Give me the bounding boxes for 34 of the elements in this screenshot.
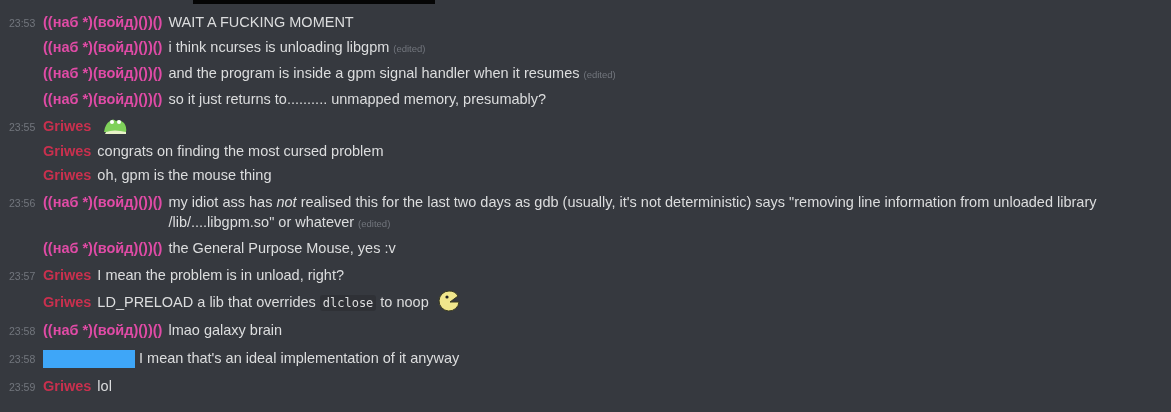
username[interactable]: ((наб *)(войд)())() bbox=[43, 89, 163, 109]
message-text: oh, gpm is the mouse thing bbox=[97, 166, 273, 185]
message-text: the General Purpose Mouse, yes :v bbox=[168, 239, 397, 258]
timestamp: 23:59 bbox=[9, 380, 37, 395]
username[interactable]: Griwes bbox=[43, 165, 92, 185]
message-text: WAIT A FUCKING MOMENT bbox=[168, 13, 355, 32]
message-text: to noop bbox=[380, 294, 429, 310]
username[interactable]: ((наб *)(войд)())() bbox=[43, 63, 163, 83]
timestamp: 23:58 bbox=[9, 352, 37, 367]
timestamp: 23:57 bbox=[9, 269, 37, 284]
timestamp: 23:58 bbox=[9, 324, 37, 339]
message-text: congrats on finding the most cursed problem bbox=[97, 142, 385, 161]
username[interactable]: ((наб *)(войд)())() bbox=[43, 238, 163, 258]
message-text: lol bbox=[97, 377, 113, 396]
username[interactable]: Griwes bbox=[43, 292, 92, 312]
message-text: so it just returns to.......... unmapped memory, presumably? bbox=[168, 90, 548, 109]
username[interactable]: Griwes bbox=[43, 376, 92, 396]
message-text: lmao galaxy brain bbox=[168, 321, 284, 340]
username[interactable]: ((наб *)(войд)())() bbox=[43, 37, 163, 57]
message-text: and the program is inside a gpm signal handler when it resumes (edited) bbox=[168, 64, 617, 83]
username[interactable]: ((наб *)(войд)())() bbox=[43, 320, 163, 340]
username[interactable]: ((наб *)(войд)())() bbox=[43, 12, 163, 32]
grinning-face-icon bbox=[437, 290, 460, 312]
username[interactable]: ((наб *)(войд)())() bbox=[43, 192, 163, 212]
username[interactable]: Griwes bbox=[43, 265, 92, 285]
message-text: LD_PRELOAD a lib that overrides bbox=[97, 294, 316, 310]
username[interactable]: Griwes bbox=[43, 141, 92, 161]
timestamp: 23:56 bbox=[9, 196, 37, 211]
message-text: I mean that's an ideal implementation of it anyway bbox=[139, 349, 461, 368]
timestamp: 23:55 bbox=[9, 120, 37, 135]
timestamp: 23:53 bbox=[9, 16, 37, 31]
username[interactable]: Griwes bbox=[43, 116, 92, 136]
inline-code: dlclose bbox=[319, 295, 377, 311]
message-text: I mean the problem is in unload, right? bbox=[97, 266, 345, 285]
